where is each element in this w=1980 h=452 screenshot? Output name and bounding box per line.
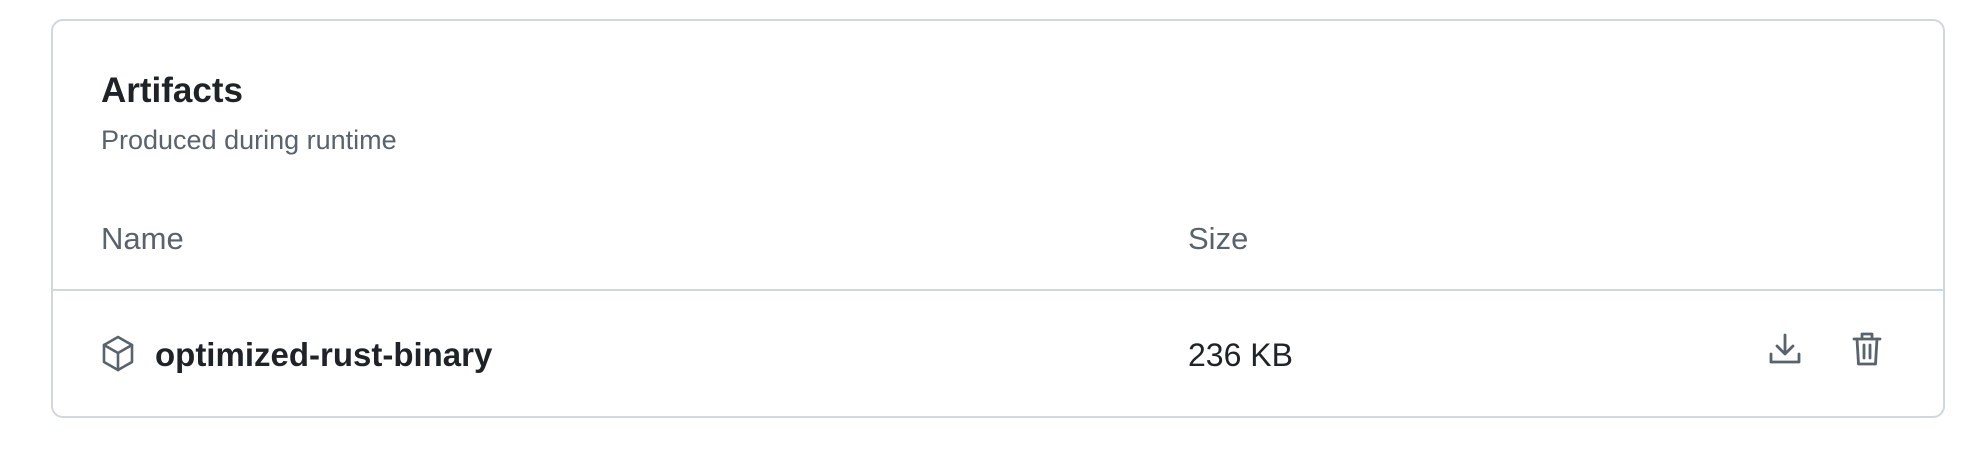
download-icon xyxy=(1768,332,1802,366)
artifact-name-link[interactable]: optimized-rust-binary xyxy=(155,338,492,371)
delete-button[interactable] xyxy=(1837,319,1897,379)
column-header-name: Name xyxy=(101,221,184,256)
table-row: optimized-rust-binary 236 KB xyxy=(53,291,1943,418)
package-icon xyxy=(101,335,135,373)
artifact-size: 236 KB xyxy=(1188,337,1293,373)
download-button[interactable] xyxy=(1755,319,1815,379)
section-subtitle: Produced during runtime xyxy=(101,125,397,155)
artifacts-card: Artifacts Produced during runtime Name S… xyxy=(51,19,1945,418)
column-header-size: Size xyxy=(1188,221,1249,256)
section-title: Artifacts xyxy=(101,71,243,110)
trash-icon xyxy=(1852,331,1882,367)
